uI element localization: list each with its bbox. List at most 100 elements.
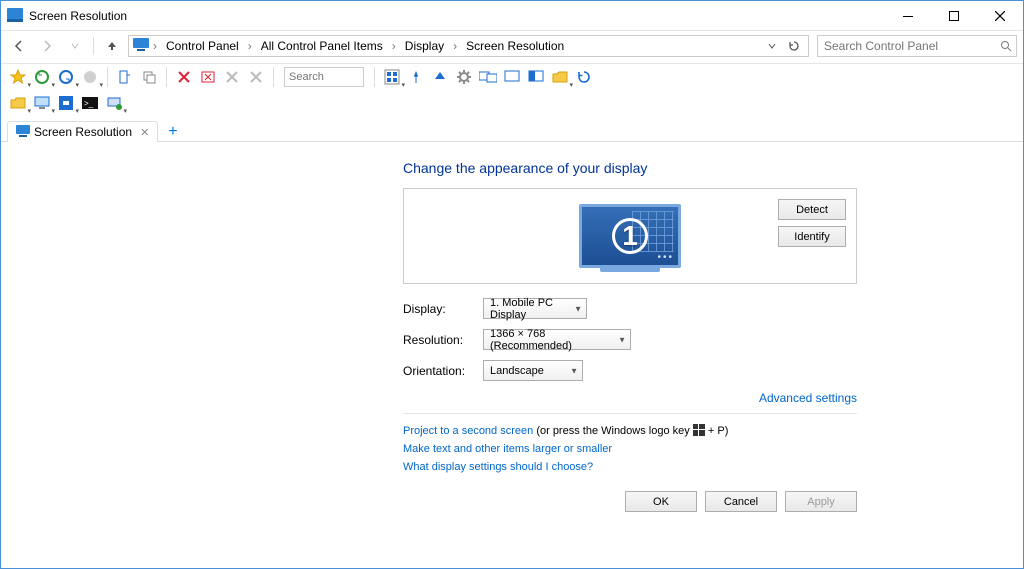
up-button[interactable]	[100, 34, 124, 58]
identify-button[interactable]: Identify	[778, 226, 846, 247]
screen-single-icon[interactable]	[501, 66, 523, 88]
form-row-display: Display: 1. Mobile PC Display ▼	[403, 298, 857, 319]
display-select-value: 1. Mobile PC Display	[490, 297, 568, 321]
panel: Change the appearance of your display 1 …	[167, 160, 857, 568]
view-icon[interactable]: ▾	[381, 66, 403, 88]
screens-icon[interactable]	[477, 66, 499, 88]
address-dropdown[interactable]	[762, 36, 782, 56]
favorites-icon[interactable]: ▾	[7, 66, 29, 88]
tab-screen-resolution[interactable]: Screen Resolution ✕	[7, 121, 158, 142]
which-settings-link[interactable]: What display settings should I choose?	[403, 461, 593, 473]
make-larger-link[interactable]: Make text and other items larger or smal…	[403, 443, 612, 455]
monitor-small-icon[interactable]: ▾	[31, 92, 53, 114]
content: Change the appearance of your display 1 …	[1, 142, 1023, 568]
tab-strip: Screen Resolution ✕ +	[1, 116, 1023, 142]
gear-icon[interactable]	[453, 66, 475, 88]
chevron-right-icon: ›	[246, 39, 254, 53]
display-preview-box: 1 ••• Detect Identify	[403, 188, 857, 284]
ok-button[interactable]: OK	[625, 491, 697, 512]
chevron-down-icon: ▼	[618, 335, 626, 344]
advanced-settings-link[interactable]: Advanced settings	[759, 391, 857, 405]
delete-disabled-icon[interactable]	[221, 66, 243, 88]
back-button[interactable]	[7, 34, 31, 58]
terminal-icon[interactable]: >_	[79, 92, 101, 114]
toolbar-separator	[374, 67, 375, 87]
action-row: OK Cancel Apply	[403, 491, 857, 512]
window: Screen Resolution › Control Panel › All …	[0, 0, 1024, 569]
control-panel-search[interactable]	[817, 35, 1017, 57]
search-input[interactable]	[822, 38, 1000, 54]
toolbar-search-input[interactable]	[285, 68, 363, 86]
windows-logo-icon	[693, 425, 705, 437]
link-lines: Project to a second screen (or press the…	[403, 424, 857, 473]
device-icon[interactable]: ▾	[103, 92, 125, 114]
monitor-base	[600, 267, 660, 272]
titlebar: Screen Resolution	[1, 1, 1023, 31]
up-arrow-icon[interactable]	[429, 66, 451, 88]
resolution-select[interactable]: 1366 × 768 (Recommended) ▼	[483, 329, 631, 350]
toolbar-separator	[273, 67, 274, 87]
screen-split-icon[interactable]	[525, 66, 547, 88]
minimize-button[interactable]	[885, 1, 931, 31]
forward-button[interactable]	[35, 34, 59, 58]
toolbar-separator	[166, 67, 167, 87]
crumb-screen-resolution[interactable]: Screen Resolution	[461, 38, 569, 54]
tab-close-button[interactable]: ✕	[140, 126, 149, 139]
chevron-down-icon: ▼	[574, 304, 582, 313]
folder-small-icon[interactable]: ▾	[7, 92, 29, 114]
project-hint-suffix: + P)	[708, 425, 728, 437]
chevron-right-icon: ›	[390, 39, 398, 53]
sync-blue-icon[interactable]: ▾	[55, 66, 77, 88]
toolbar-separator	[107, 67, 108, 87]
globe-disabled-icon[interactable]: ▾	[79, 66, 101, 88]
divider	[403, 413, 857, 414]
blue-square-icon[interactable]: ▾	[55, 92, 77, 114]
nav-row: › Control Panel › All Control Panel Item…	[1, 31, 1023, 61]
copy-icon[interactable]	[138, 66, 160, 88]
maximize-button[interactable]	[931, 1, 977, 31]
folder-refresh-icon[interactable]: ▾	[549, 66, 571, 88]
make-larger-line: Make text and other items larger or smal…	[403, 443, 857, 455]
new-tab-button[interactable]: +	[162, 123, 183, 141]
refresh-button[interactable]	[784, 36, 804, 56]
recent-dropdown[interactable]	[63, 34, 87, 58]
sync-green-icon[interactable]: ▾	[31, 66, 53, 88]
window-title: Screen Resolution	[29, 9, 127, 23]
pin-icon[interactable]	[405, 66, 427, 88]
apply-button[interactable]: Apply	[785, 491, 857, 512]
display-monitor-thumbnail[interactable]: 1 •••	[579, 204, 681, 268]
chevron-right-icon: ›	[451, 39, 459, 53]
display-select[interactable]: 1. Mobile PC Display ▼	[483, 298, 587, 319]
clear-list-icon[interactable]	[197, 66, 219, 88]
nav-separator	[93, 37, 94, 55]
which-settings-line: What display settings should I choose?	[403, 461, 857, 473]
crumb-all-items[interactable]: All Control Panel Items	[256, 38, 388, 54]
crumb-display[interactable]: Display	[400, 38, 449, 54]
address-bar[interactable]: › Control Panel › All Control Panel Item…	[128, 35, 809, 57]
tool-1-icon[interactable]	[114, 66, 136, 88]
crumb-control-panel[interactable]: Control Panel	[161, 38, 244, 54]
app-icon	[7, 8, 23, 24]
orientation-select[interactable]: Landscape ▼	[483, 360, 583, 381]
tab-label: Screen Resolution	[34, 125, 132, 139]
cancel-button[interactable]: Cancel	[705, 491, 777, 512]
delete-icon[interactable]	[173, 66, 195, 88]
advanced-row: Advanced settings	[403, 391, 857, 405]
monitor-icon	[133, 38, 149, 54]
project-link[interactable]: Project to a second screen	[403, 425, 533, 437]
label-display: Display:	[403, 302, 483, 316]
toolbar-1: ▾ ▾ ▾ ▾ ▾ ▾	[1, 64, 1023, 90]
form-row-orientation: Orientation: Landscape ▼	[403, 360, 857, 381]
form-row-resolution: Resolution: 1366 × 768 (Recommended) ▼	[403, 329, 857, 350]
delete-disabled2-icon[interactable]	[245, 66, 267, 88]
chevron-right-icon: ›	[151, 39, 159, 53]
label-resolution: Resolution:	[403, 333, 483, 347]
project-line: Project to a second screen (or press the…	[403, 424, 857, 437]
project-hint-prefix: (or press the Windows logo key	[536, 425, 693, 437]
refresh-icon[interactable]	[573, 66, 595, 88]
orientation-select-value: Landscape	[490, 365, 544, 377]
close-button[interactable]	[977, 1, 1023, 31]
detect-button[interactable]: Detect	[778, 199, 846, 220]
chevron-down-icon: ▼	[570, 366, 578, 375]
toolbar-search-box[interactable]	[284, 67, 364, 87]
